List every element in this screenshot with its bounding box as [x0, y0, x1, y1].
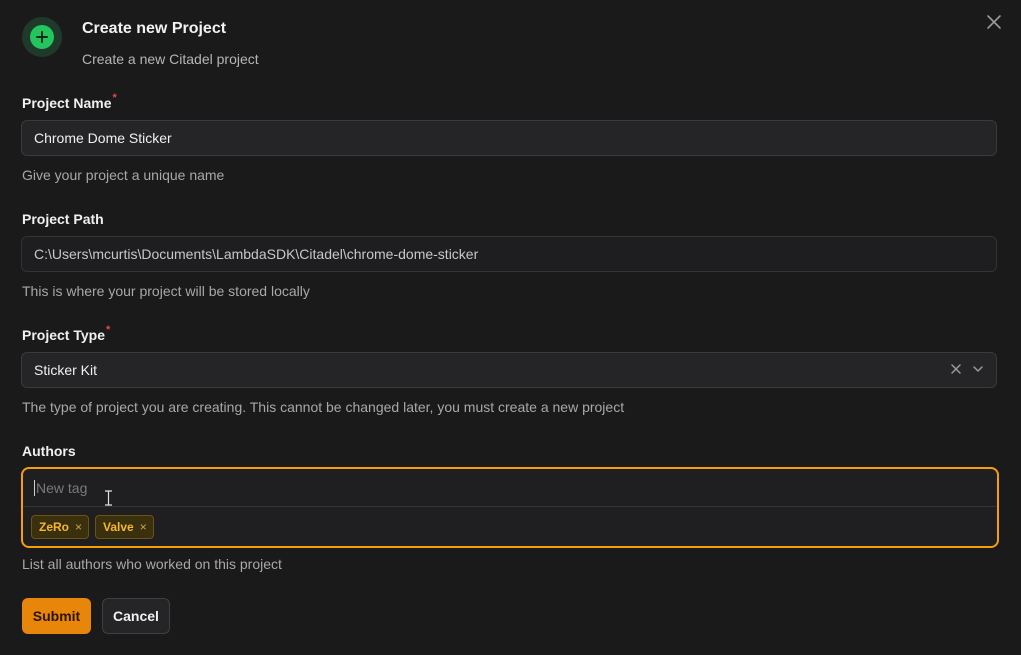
project-type-label: Project Type* — [22, 324, 111, 343]
plus-circle-icon — [30, 25, 54, 49]
tag-chip: Valve × — [95, 515, 154, 539]
dialog-subtitle: Create a new Citadel project — [82, 51, 259, 67]
tag-remove-icon[interactable]: × — [140, 520, 147, 534]
new-tag-input[interactable]: New tag — [23, 469, 997, 507]
project-name-input[interactable]: Chrome Dome Sticker — [21, 120, 997, 156]
project-type-select[interactable]: Sticker Kit — [21, 352, 997, 388]
project-path-help: This is where your project will be store… — [22, 283, 310, 299]
text-caret — [34, 479, 35, 496]
authors-help: List all authors who worked on this proj… — [22, 556, 282, 572]
tag-label: ZeRo — [39, 520, 69, 534]
tag-remove-icon[interactable]: × — [75, 520, 82, 534]
project-path-input[interactable]: C:\Users\mcurtis\Documents\LambdaSDK\Cit… — [21, 236, 997, 272]
text-cursor-icon — [104, 490, 113, 511]
project-path-label: Project Path — [22, 211, 104, 227]
header-icon-badge — [22, 17, 62, 57]
required-mark: * — [112, 92, 117, 104]
close-icon[interactable] — [984, 12, 1004, 32]
tag-chip: ZeRo × — [31, 515, 90, 539]
authors-tag-input[interactable]: New tag ZeRo × Valve × — [21, 467, 999, 548]
project-name-label: Project Name* — [22, 92, 117, 111]
project-name-value: Chrome Dome Sticker — [34, 130, 172, 146]
project-type-value: Sticker Kit — [34, 362, 98, 378]
required-mark: * — [106, 324, 111, 336]
clear-icon[interactable] — [950, 362, 962, 378]
chevron-down-icon[interactable] — [972, 362, 984, 378]
project-path-value: C:\Users\mcurtis\Documents\LambdaSDK\Cit… — [34, 246, 479, 262]
tag-label: Valve — [103, 520, 134, 534]
tag-list: ZeRo × Valve × — [23, 507, 997, 547]
cancel-button[interactable]: Cancel — [102, 598, 170, 634]
authors-label: Authors — [22, 443, 76, 459]
new-tag-placeholder: New tag — [36, 479, 88, 496]
dialog-title: Create new Project — [82, 20, 227, 37]
submit-button[interactable]: Submit — [22, 598, 91, 634]
project-type-help: The type of project you are creating. Th… — [22, 399, 625, 415]
project-name-help: Give your project a unique name — [22, 167, 225, 183]
